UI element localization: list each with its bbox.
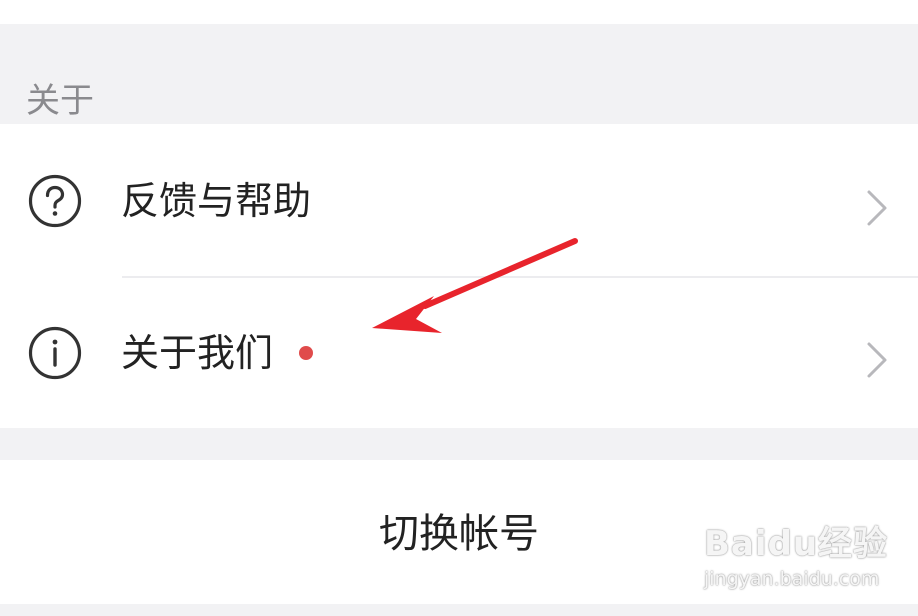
section-title: 关于 (26, 81, 94, 121)
settings-page: 关于 反馈与帮助 关于我们 切换帐号 Baidu经验 jingyan.baidu… (0, 0, 918, 616)
chevron-right-icon (867, 190, 887, 226)
watermark: Baidu经验 jingyan.baidu.com (704, 516, 887, 598)
menu-item-label: 反馈与帮助 (121, 179, 312, 223)
about-card: 反馈与帮助 关于我们 (0, 124, 918, 428)
menu-item-label: 关于我们 (121, 331, 274, 375)
watermark-domain: jingyan.baidu.com (704, 568, 880, 590)
menu-item-feedback-help[interactable]: 反馈与帮助 (0, 124, 918, 278)
chevron-right-icon (867, 342, 887, 378)
menu-item-about-us[interactable]: 关于我们 (0, 276, 918, 428)
section-gap (0, 428, 918, 460)
notification-dot (299, 346, 313, 360)
watermark-logo: Baidu经验 (704, 524, 889, 564)
info-circle-icon (28, 326, 82, 380)
section-header: 关于 (0, 24, 918, 124)
bottom-gap (0, 604, 918, 616)
question-circle-icon (28, 174, 82, 228)
top-card-edge (0, 0, 918, 24)
